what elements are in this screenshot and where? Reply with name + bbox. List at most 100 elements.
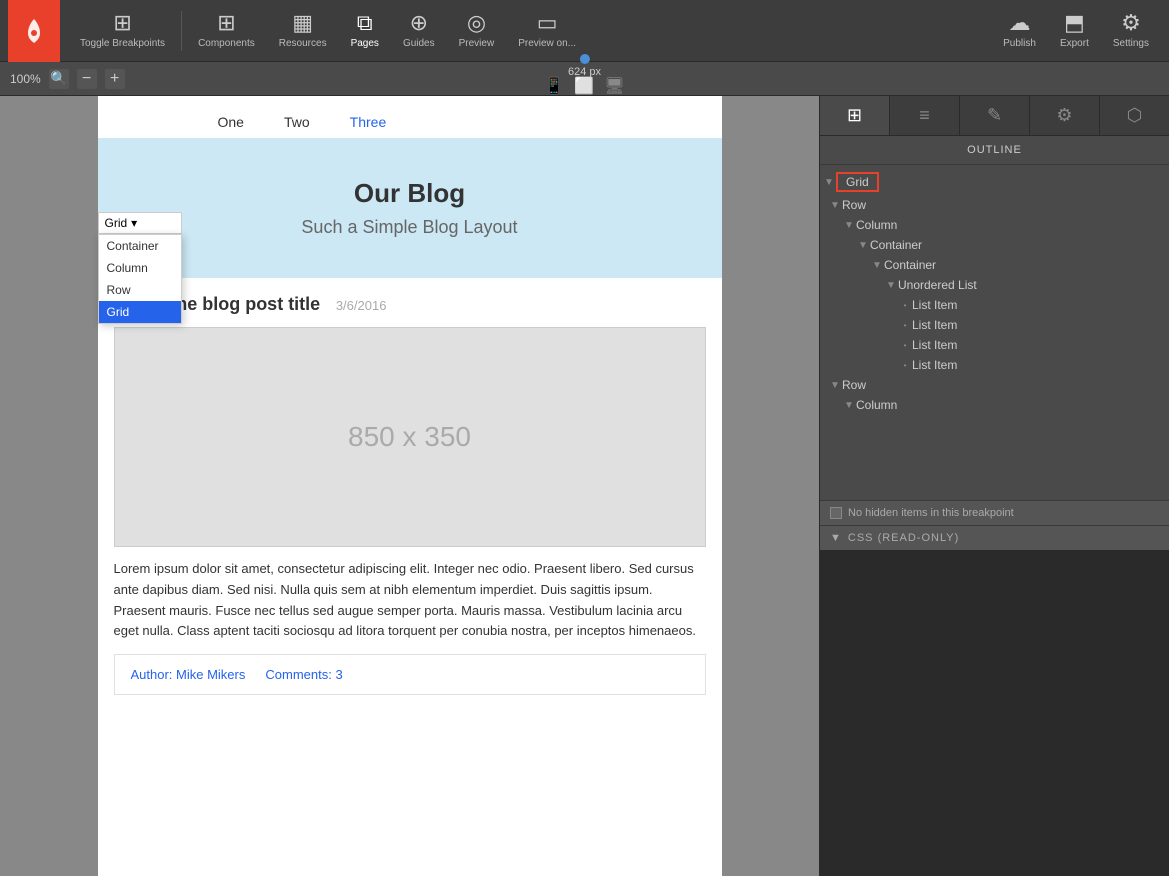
tree-item-list3[interactable]: • List Item <box>820 335 1169 355</box>
publish-icon: ☁ <box>1009 12 1031 34</box>
tree-item-list2[interactable]: • List Item <box>820 315 1169 335</box>
zoom-search-button[interactable]: 🔍 <box>49 69 69 89</box>
export-button[interactable]: ⬒ Export <box>1048 0 1101 62</box>
tree-item-column1[interactable]: ▼ Column <box>820 215 1169 235</box>
search-panel-icon: ⬡ <box>1127 105 1143 126</box>
grid-label: Grid <box>836 172 879 192</box>
separator <box>181 11 182 51</box>
li1-label: List Item <box>912 298 957 312</box>
pages-button[interactable]: ⧉ Pages <box>339 0 391 62</box>
post-date: 3/6/2016 <box>336 298 387 313</box>
settings-button[interactable]: ⚙ Settings <box>1101 0 1161 62</box>
tree-item-container1[interactable]: ▼ Container <box>820 235 1169 255</box>
outline-tree[interactable]: ▼ Grid ▼ Row ▼ Column ▼ Container ▼ Cont <box>820 165 1169 500</box>
li4-label: List Item <box>912 358 957 372</box>
main-area: Grid ▾ Container Column Row Grid One Two… <box>0 96 1169 876</box>
publish-button[interactable]: ☁ Publish <box>991 0 1048 62</box>
canvas-page: Grid ▾ Container Column Row Grid One Two… <box>98 96 722 876</box>
preview-on-button[interactable]: ▭ Preview on... <box>506 0 588 62</box>
css-panel-header[interactable]: ▼ CSS (READ-ONLY) <box>820 525 1169 550</box>
tree-item-unordered-list[interactable]: ▼ Unordered List <box>820 275 1169 295</box>
comments-link[interactable]: Comments: 3 <box>265 667 342 682</box>
zoom-percent: 100% <box>10 72 41 86</box>
pages-icon: ⧉ <box>357 12 373 34</box>
breakpoint-dot <box>580 54 590 64</box>
publish-label: Publish <box>1003 38 1036 49</box>
hidden-items-notice: No hidden items in this breakpoint <box>820 500 1169 525</box>
toggle-breakpoints-label: Toggle Breakpoints <box>80 38 165 49</box>
breakpoint-icons: 📱 ⬜ 🖥 <box>544 76 624 96</box>
css-panel-title: CSS (READ-ONLY) <box>848 532 959 544</box>
dropdown-menu: Container Column Row Grid <box>98 234 182 324</box>
desktop-icon[interactable]: 🖥 <box>604 76 624 96</box>
blog-nav: One Two Three <box>98 96 722 138</box>
nav-tab-two[interactable]: Two <box>264 106 330 138</box>
nav-tab-three[interactable]: Three <box>330 106 407 138</box>
blog-body-text: Lorem ipsum dolor sit amet, consectetur … <box>114 559 706 642</box>
image-dimensions: 850 x 350 <box>348 421 471 453</box>
panel-tab-layers[interactable]: ⊞ <box>820 96 890 135</box>
tablet-icon[interactable]: ⬜ <box>574 76 594 96</box>
mobile-icon[interactable]: 📱 <box>544 76 564 96</box>
menu-icon: ≡ <box>919 105 930 126</box>
panel-tab-menu[interactable]: ≡ <box>890 96 960 135</box>
row2-label: Row <box>842 378 866 392</box>
blog-subtitle: Such a Simple Blog Layout <box>118 217 702 238</box>
container1-label: Container <box>870 238 922 252</box>
canvas-area[interactable]: Grid ▾ Container Column Row Grid One Two… <box>0 96 819 876</box>
row1-label: Row <box>842 198 866 212</box>
css-panel-toggle: ▼ <box>830 532 842 544</box>
panel-tab-search[interactable]: ⬡ <box>1100 96 1169 135</box>
zoom-out-button[interactable]: − <box>77 69 97 89</box>
blog-title: Our Blog <box>118 178 702 209</box>
blog-header: Our Blog Such a Simple Blog Layout <box>98 138 722 278</box>
tree-item-list1[interactable]: • List Item <box>820 295 1169 315</box>
container2-label: Container <box>884 258 936 272</box>
dropdown-item-grid[interactable]: Grid <box>99 301 181 323</box>
li3-label: List Item <box>912 338 957 352</box>
dropdown-arrow: ▾ <box>131 216 137 230</box>
li4-bullet: • <box>898 361 912 370</box>
settings-icon: ⚙ <box>1121 12 1141 34</box>
hidden-checkbox[interactable] <box>830 507 842 519</box>
dropdown-selected: Grid <box>105 216 128 230</box>
dropdown-item-container[interactable]: Container <box>99 235 181 257</box>
panel-tab-style[interactable]: ✎ <box>960 96 1030 135</box>
dropdown-item-column[interactable]: Column <box>99 257 181 279</box>
tree-item-column2[interactable]: ▼ Column <box>820 395 1169 415</box>
zoom-in-button[interactable]: + <box>105 69 125 89</box>
css-area[interactable] <box>820 550 1169 876</box>
panel-tab-settings[interactable]: ⚙ <box>1030 96 1100 135</box>
resources-button[interactable]: ▦ Resources <box>267 0 339 62</box>
preview-icon: ◎ <box>467 12 486 34</box>
outline-header: OUTLINE <box>820 136 1169 165</box>
guides-button[interactable]: ⊕ Guides <box>391 0 447 62</box>
preview-on-icon: ▭ <box>537 12 558 34</box>
dropdown-item-row[interactable]: Row <box>99 279 181 301</box>
outline-title: OUTLINE <box>967 144 1022 156</box>
li3-bullet: • <box>898 341 912 350</box>
export-label: Export <box>1060 38 1089 49</box>
nav-tab-one[interactable]: One <box>198 106 264 138</box>
tree-item-row1[interactable]: ▼ Row <box>820 195 1169 215</box>
column1-toggle: ▼ <box>842 220 856 231</box>
preview-button[interactable]: ◎ Preview <box>447 0 507 62</box>
row2-toggle: ▼ <box>828 380 842 391</box>
dropdown-trigger[interactable]: Grid ▾ <box>98 212 182 234</box>
author-link[interactable]: Author: Mike Mikers <box>131 667 246 682</box>
grid-toggle: ▼ <box>820 177 834 188</box>
toggle-breakpoints-button[interactable]: ⊞ Toggle Breakpoints <box>68 0 177 62</box>
pages-label: Pages <box>351 38 379 49</box>
element-type-dropdown[interactable]: Grid ▾ Container Column Row Grid <box>98 212 182 324</box>
hidden-items-text: No hidden items in this breakpoint <box>848 507 1014 519</box>
components-button[interactable]: ⊞ Components <box>186 0 267 62</box>
tree-item-container2[interactable]: ▼ Container <box>820 255 1169 275</box>
tree-item-row2[interactable]: ▼ Row <box>820 375 1169 395</box>
tree-item-grid[interactable]: ▼ Grid <box>820 169 1169 195</box>
logo-button[interactable] <box>8 0 60 62</box>
li2-bullet: • <box>898 321 912 330</box>
preview-label: Preview <box>459 38 495 49</box>
blog-image: 850 x 350 <box>114 327 706 547</box>
tree-item-list4[interactable]: • List Item <box>820 355 1169 375</box>
settings-panel-icon: ⚙ <box>1056 105 1072 126</box>
